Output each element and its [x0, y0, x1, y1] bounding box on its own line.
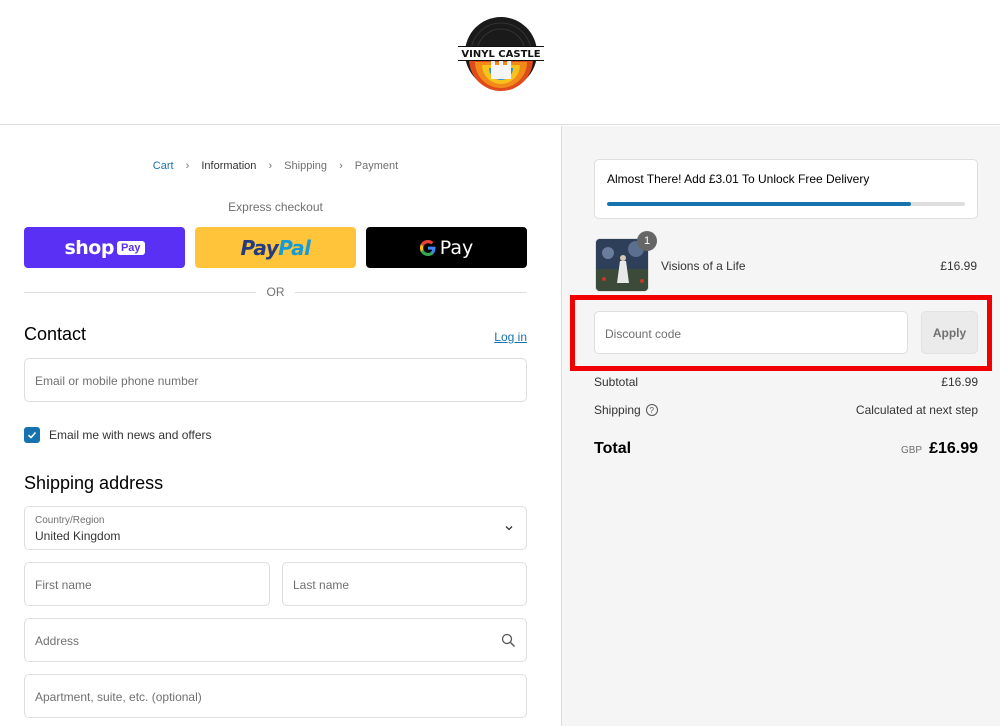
breadcrumb: Cart › Information › Shipping › Payment — [0, 160, 551, 172]
breadcrumb-shipping: Shipping — [284, 160, 327, 172]
country-select[interactable]: Country/Region United Kingdom — [24, 506, 527, 550]
express-checkout-title: Express checkout — [228, 200, 323, 214]
shipping-value: Calculated at next step — [855, 403, 978, 417]
newsletter-option: Email me with news and offers — [24, 426, 212, 444]
subtotal-label: Subtotal — [594, 375, 639, 389]
free-delivery-banner: Almost There! Add £3.01 To Unlock Free D… — [594, 159, 978, 219]
shipping-label: Shipping — [594, 403, 641, 417]
breadcrumb-cart[interactable]: Cart — [153, 160, 174, 172]
apartment-placeholder: Apartment, suite, etc. (optional) — [35, 690, 202, 704]
address-input[interactable]: Address — [24, 618, 527, 662]
last-name-input[interactable]: Last name — [282, 562, 527, 606]
country-label: Country/Region — [35, 515, 105, 526]
product-name: Visions of a Life — [661, 259, 746, 273]
apartment-input[interactable]: Apartment, suite, etc. (optional) — [24, 674, 527, 718]
header: VINYL CASTLE — [0, 0, 1000, 125]
email-input[interactable]: Email or mobile phone number — [24, 358, 527, 402]
order-summary-panel: Almost There! Add £3.01 To Unlock Free D… — [561, 126, 1000, 726]
breadcrumb-information: Information — [201, 160, 257, 172]
checkout-form-panel: Cart › Information › Shipping › Payment … — [0, 126, 561, 726]
subtotal-row: Subtotal £16.99 — [594, 375, 978, 389]
first-name-input[interactable]: First name — [24, 562, 270, 606]
apply-discount-button[interactable]: Apply — [921, 311, 978, 354]
newsletter-label: Email me with news and offers — [49, 428, 212, 442]
free-delivery-progress — [607, 202, 965, 206]
chevron-right-icon: › — [268, 160, 273, 172]
total-label: Total — [594, 440, 632, 457]
chevron-down-icon — [505, 526, 513, 531]
shipping-row: Shipping ? Calculated at next step — [594, 403, 978, 417]
email-placeholder: Email or mobile phone number — [35, 374, 199, 388]
newsletter-checkbox[interactable] — [24, 427, 40, 443]
logo-text: VINYL CASTLE — [461, 49, 540, 60]
help-icon[interactable]: ? — [645, 404, 658, 416]
contact-heading: Contact — [24, 324, 87, 344]
search-icon — [501, 633, 515, 647]
last-name-placeholder: Last name — [293, 578, 350, 592]
address-placeholder: Address — [35, 634, 80, 648]
google-pay-wordmark: Pay — [419, 237, 473, 259]
paypal-wordmark: PayPal — [240, 235, 311, 260]
total-row: Total GBP £16.99 — [594, 440, 978, 458]
chevron-right-icon: › — [185, 160, 190, 172]
country-value: United Kingdom — [35, 529, 121, 543]
product-price: £16.99 — [940, 259, 977, 273]
discount-code-input[interactable]: Discount code — [594, 311, 908, 354]
first-name-placeholder: First name — [35, 578, 92, 592]
google-pay-button[interactable]: Pay — [366, 227, 527, 268]
vinyl-castle-logo[interactable]: VINYL CASTLE — [458, 15, 544, 91]
or-divider: OR — [24, 284, 527, 300]
shipping-label-group: Shipping ? — [594, 403, 658, 417]
shop-pay-badge: Pay — [116, 240, 145, 255]
shop-pay-wordmark: shop — [64, 236, 114, 259]
breadcrumb-payment: Payment — [354, 160, 399, 172]
currency-code: GBP — [900, 445, 923, 456]
checkmark-icon — [27, 431, 37, 439]
paypal-button[interactable]: PayPal — [195, 227, 356, 268]
google-g-icon — [419, 239, 436, 256]
discount-placeholder: Discount code — [605, 327, 682, 341]
progress-fill — [607, 202, 912, 206]
shop-pay-button[interactable]: shop Pay — [24, 227, 185, 268]
shipping-address-heading: Shipping address — [24, 473, 164, 493]
quantity-badge: 1 — [637, 231, 657, 251]
free-delivery-text: Almost There! Add £3.01 To Unlock Free D… — [607, 172, 870, 186]
chevron-right-icon: › — [339, 160, 343, 172]
total-value: £16.99 — [929, 440, 978, 457]
subtotal-value: £16.99 — [941, 375, 978, 389]
total-amount-group: GBP £16.99 — [901, 440, 978, 458]
log-in-link[interactable]: Log in — [494, 330, 527, 344]
